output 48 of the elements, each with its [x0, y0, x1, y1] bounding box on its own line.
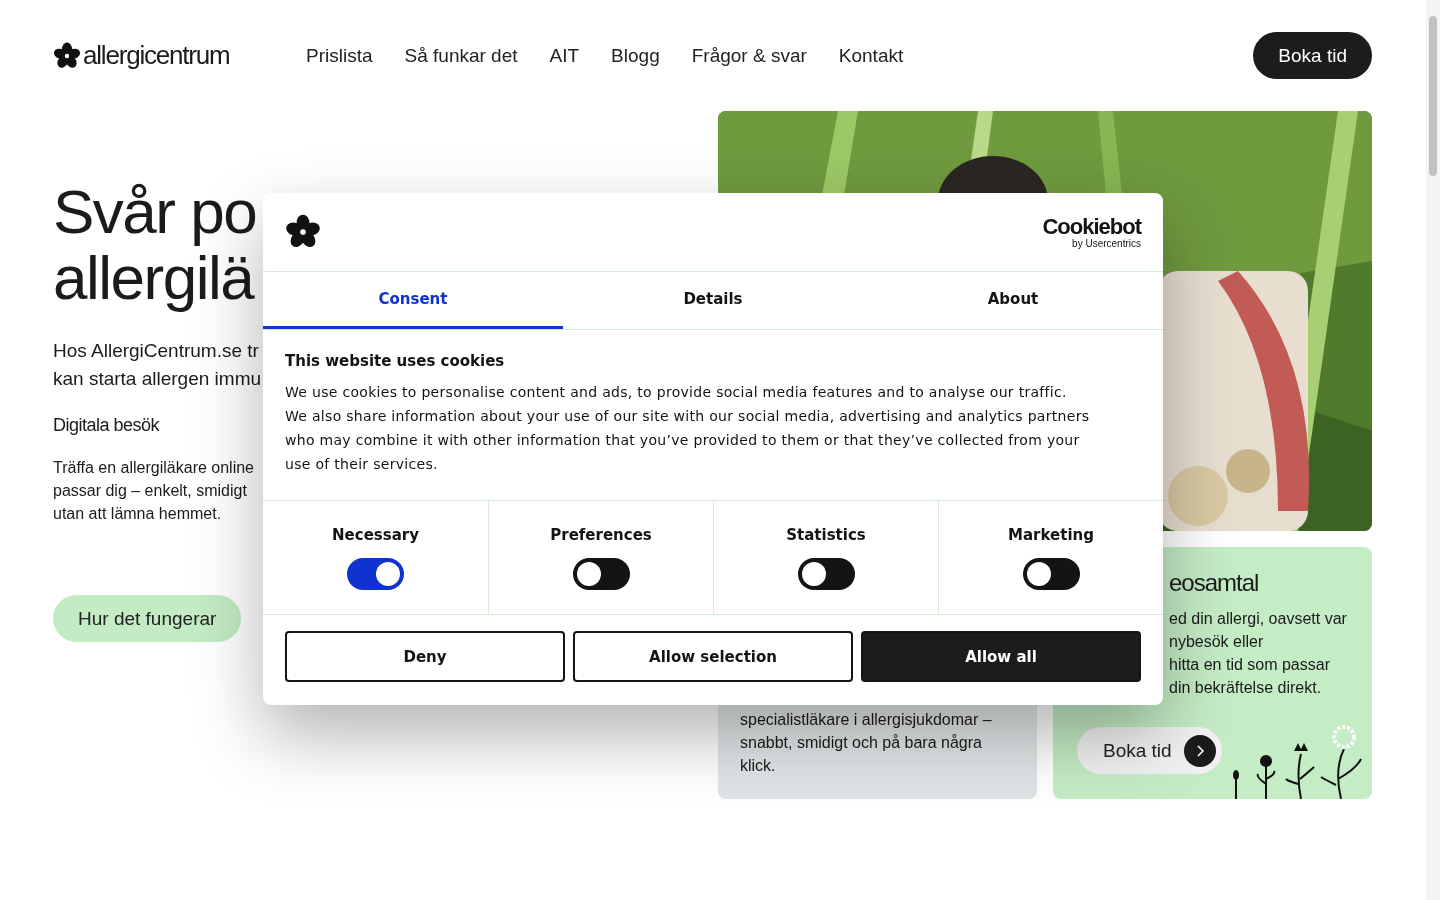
flower-logo-icon: [285, 214, 321, 250]
logo-wordmark[interactable]: allergicentrum: [83, 40, 230, 71]
consent-button[interactable]: Allow selection: [573, 631, 853, 682]
intro-text-line: kan starta allergen immu: [53, 367, 262, 391]
card-text-line: din bekräftelse direkt.: [1169, 678, 1323, 698]
nav-link[interactable]: Prislista: [306, 44, 373, 67]
category-label: Marketing: [1008, 525, 1094, 544]
category-label: Statistics: [786, 525, 866, 544]
dialog-text: We use cookies to personalise content and ads, to provide social media features and to analyse our traffic. We also share information about your use of our site with our social media, advertising and analytics partners who may combine it with other information that you’ve provided to them or that they’ve collected from your use of their services.: [285, 383, 1091, 474]
scrollbar[interactable]: [1426, 0, 1440, 900]
book-button[interactable]: Boka tid: [1253, 32, 1372, 79]
toggle-switch[interactable]: [572, 557, 630, 590]
book-button[interactable]: Boka tid: [1077, 727, 1222, 774]
toggle-switch[interactable]: [797, 557, 855, 590]
nav-link[interactable]: Blogg: [611, 44, 660, 67]
tab[interactable]: Details: [563, 272, 863, 329]
brand-logo-text: Cookiebot: [1042, 215, 1141, 238]
category-label: Preferences: [550, 525, 652, 544]
card-text-line: snabbt, smidigt och på bara några: [740, 733, 983, 753]
card-text-line: specialistläkare i allergisjukdomar –: [740, 710, 992, 730]
card-text-line: klick.: [740, 756, 777, 776]
nav-link[interactable]: Frågor & svar: [691, 44, 807, 67]
nav-link[interactable]: AIT: [549, 44, 580, 67]
hero-title-line: allergilä: [53, 245, 254, 311]
how-it-works-button[interactable]: Hur det fungerar: [53, 595, 242, 642]
card-text-line: ed din allergi, oavsett var: [1169, 609, 1348, 629]
tab[interactable]: About: [863, 272, 1163, 329]
flower-logo-icon: [53, 41, 81, 70]
dialog-heading: This website uses cookies: [285, 352, 506, 370]
nav-link[interactable]: Kontakt: [838, 44, 904, 67]
subheading: Digitala besök: [53, 415, 160, 436]
category-label: Necessary: [332, 525, 419, 544]
chevron-icon: [1183, 734, 1216, 767]
card-title: eosamtal: [1169, 569, 1260, 597]
intro-text-line: Hos AllergiCentrum.se tr: [53, 339, 259, 363]
toggle-switch[interactable]: [347, 557, 404, 590]
consent-button[interactable]: Allow all: [861, 631, 1141, 682]
toggle-switch[interactable]: [1022, 557, 1080, 590]
body-text-line: utan att lämna hemmet.: [53, 504, 222, 524]
consent-button[interactable]: Deny: [285, 631, 565, 682]
body-text-line: Träffa en allergiläkare online: [53, 458, 254, 478]
card-text-line: nybesök eller: [1169, 632, 1265, 652]
brand-subtitle: by Usercentrics: [1072, 237, 1141, 249]
hero-title-line: Svår po: [53, 179, 257, 245]
card-text-line: hitta en tid som passar: [1169, 655, 1331, 675]
tab[interactable]: Consent: [263, 272, 563, 329]
nav-link[interactable]: Så funkar det: [404, 44, 518, 67]
body-text-line: passar dig – enkelt, smidigt: [53, 481, 247, 501]
